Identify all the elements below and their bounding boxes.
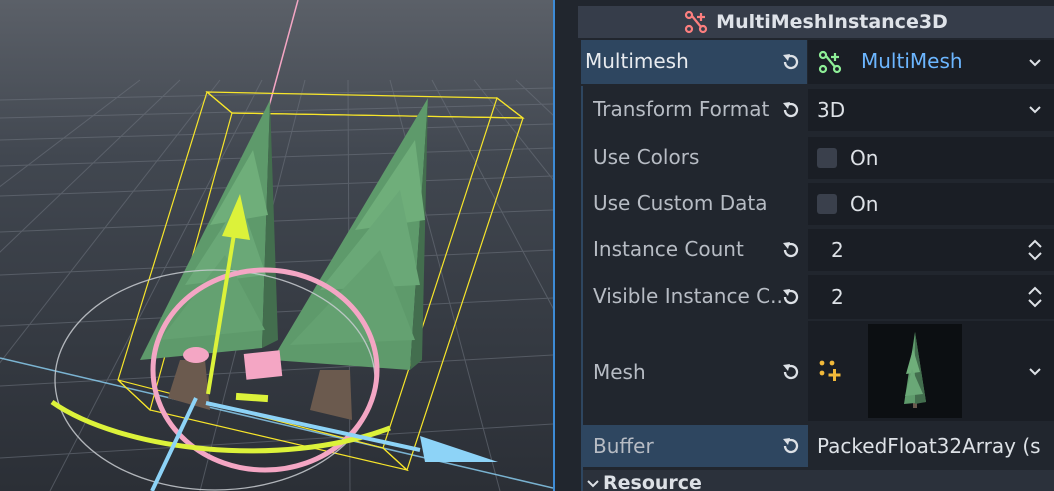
instance-count-spinbox[interactable]: 2 xyxy=(808,229,1054,271)
inspector-panel: MultiMeshInstance3D Multimesh MultiMesh xyxy=(578,0,1054,491)
chevron-down-icon[interactable] xyxy=(1028,105,1042,115)
multimesh-instance-icon xyxy=(685,10,708,34)
mesh-resource-picker[interactable] xyxy=(808,321,1054,421)
viewport-scene[interactable] xyxy=(0,0,553,491)
mesh-label: Mesh xyxy=(593,360,646,384)
revert-icon[interactable] xyxy=(780,51,802,73)
chevron-down-icon[interactable] xyxy=(1028,58,1042,68)
use-custom-data-value: On xyxy=(850,192,879,216)
buffer-value-field[interactable]: PackedFloat32Array (s xyxy=(808,425,1054,467)
transform-format-label: Transform Format xyxy=(593,97,770,121)
use-colors-checkbox[interactable]: On xyxy=(808,137,1054,179)
visible-instance-count-label: Visible Instance C... xyxy=(593,284,781,308)
dock-margin xyxy=(555,0,578,491)
multimesh-resource-icon xyxy=(818,50,842,74)
instance-count-property: Instance Count 2 xyxy=(578,227,1054,271)
use-custom-data-property: Use Custom Data On xyxy=(578,181,1054,225)
use-colors-label: Use Colors xyxy=(593,145,700,169)
checkbox-box[interactable] xyxy=(817,148,837,168)
revert-icon[interactable] xyxy=(780,361,802,383)
buffer-value[interactable]: PackedFloat32Array (s xyxy=(817,434,1041,458)
revert-icon[interactable] xyxy=(780,99,802,121)
buffer-label: Buffer xyxy=(593,434,654,458)
use-colors-property: Use Colors On xyxy=(578,135,1054,179)
pine-tree-preview xyxy=(904,332,926,408)
use-custom-data-label: Use Custom Data xyxy=(593,191,768,215)
chevron-down-icon[interactable] xyxy=(1028,367,1042,377)
gizmo-plane-handle xyxy=(243,350,283,380)
resource-section-title: Resource xyxy=(603,472,702,491)
buffer-property: Buffer PackedFloat32Array (s xyxy=(578,425,1054,467)
revert-icon[interactable] xyxy=(780,239,802,261)
multimesh-resource-name[interactable]: MultiMesh xyxy=(861,49,963,73)
use-custom-data-checkbox[interactable]: On xyxy=(808,183,1054,225)
mesh-add-icon[interactable] xyxy=(818,359,842,383)
use-colors-value: On xyxy=(850,146,879,170)
3d-viewport[interactable] xyxy=(0,0,553,491)
instance-count-value[interactable]: 2 xyxy=(831,238,844,262)
multimesh-label: Multimesh xyxy=(585,49,689,73)
transform-format-value: 3D xyxy=(817,98,846,122)
instance-count-label: Instance Count xyxy=(593,237,744,261)
revert-icon[interactable] xyxy=(780,435,802,457)
spinner-arrows-icon[interactable] xyxy=(1027,284,1043,310)
checkbox-box[interactable] xyxy=(817,194,837,214)
multimesh-property: Multimesh MultiMesh xyxy=(578,40,1054,84)
mesh-property: Mesh xyxy=(578,321,1054,421)
inspector-node-header[interactable]: MultiMeshInstance3D xyxy=(578,6,1054,38)
resource-section-header[interactable]: Resource xyxy=(583,470,1054,491)
visible-instance-count-property: Visible Instance C... 2 xyxy=(578,273,1054,319)
collapse-chevron-icon[interactable] xyxy=(587,480,599,489)
visible-instance-count-spinbox[interactable]: 2 xyxy=(808,275,1054,319)
mesh-preview-thumbnail[interactable] xyxy=(868,324,962,418)
transform-format-dropdown[interactable]: 3D xyxy=(808,89,1054,131)
revert-icon[interactable] xyxy=(780,286,802,308)
visible-instance-count-value[interactable]: 2 xyxy=(831,285,844,309)
transform-format-property: Transform Format 3D xyxy=(578,87,1054,131)
node-type-title: MultiMeshInstance3D xyxy=(716,11,948,33)
gizmo-center-handle xyxy=(183,347,209,363)
multimesh-resource-picker[interactable]: MultiMesh xyxy=(808,40,1054,84)
spinner-arrows-icon[interactable] xyxy=(1027,237,1043,263)
